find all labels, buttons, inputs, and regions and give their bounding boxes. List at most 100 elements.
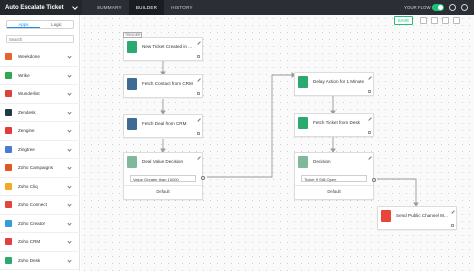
node-deal-value-decision[interactable]: Deal Value Decision Value Greater than 1… bbox=[123, 152, 205, 200]
chevron-down-icon[interactable] bbox=[67, 146, 72, 152]
list-item[interactable]: Zoho Campaigns bbox=[0, 159, 80, 178]
edit-icon[interactable] bbox=[195, 116, 201, 122]
app-logo-icon bbox=[5, 108, 12, 116]
edit-icon[interactable] bbox=[449, 208, 455, 214]
list-item[interactable]: Wrike bbox=[0, 67, 80, 85]
chevron-down-icon[interactable] bbox=[67, 183, 72, 189]
more-icon[interactable] bbox=[453, 17, 460, 24]
save-button[interactable]: SAVE bbox=[394, 16, 413, 25]
edit-icon[interactable] bbox=[195, 154, 201, 160]
list-item[interactable]: Weekdone bbox=[0, 48, 80, 67]
app-name: Wrike bbox=[18, 72, 30, 78]
node-fetch-contact[interactable]: Fetch Contact from CRM bbox=[123, 74, 203, 98]
chevron-down-icon[interactable] bbox=[67, 165, 72, 170]
list-item[interactable]: Zengine bbox=[0, 122, 80, 141]
app-name: Zoho Desk bbox=[18, 257, 41, 263]
node-send-channel[interactable]: Send Public Channel M... bbox=[377, 206, 457, 230]
app-logo-icon bbox=[5, 201, 12, 209]
node-fetch-deal[interactable]: Fetch Deal from CRM bbox=[123, 114, 203, 138]
default-branch-label: Default bbox=[156, 189, 170, 194]
flow-canvas[interactable]: TRIGGER New Ticket Created in ... Fetch … bbox=[81, 15, 474, 271]
tab-history[interactable]: HISTORY bbox=[164, 0, 200, 15]
zoom-in-icon[interactable] bbox=[420, 17, 427, 24]
app-logo-icon bbox=[5, 53, 12, 61]
branch-port[interactable] bbox=[372, 178, 376, 182]
flow-toggle[interactable] bbox=[432, 4, 444, 11]
app-name: Zoho Cliq bbox=[18, 183, 38, 189]
chevron-down-icon[interactable] bbox=[67, 239, 72, 244]
trigger-tag: TRIGGER bbox=[123, 32, 143, 38]
branch-port[interactable] bbox=[201, 176, 205, 180]
tab-logic[interactable]: Logic bbox=[40, 21, 73, 28]
edit-icon[interactable] bbox=[366, 115, 372, 121]
edit-icon[interactable] bbox=[366, 154, 372, 160]
node-trigger[interactable]: TRIGGER New Ticket Created in ... bbox=[123, 32, 203, 61]
search-input[interactable] bbox=[6, 35, 74, 43]
node-delay[interactable]: Delay Action for 1 Minute bbox=[294, 72, 374, 96]
app-logo-icon bbox=[5, 182, 12, 190]
delete-icon[interactable] bbox=[368, 130, 371, 134]
list-item[interactable]: Zingtree bbox=[0, 141, 80, 159]
node-label: Send Public Channel M... bbox=[396, 213, 448, 218]
app-logo-icon bbox=[5, 90, 12, 98]
zoom-out-icon[interactable] bbox=[431, 17, 438, 24]
node-decision[interactable]: Decision Ticket If Still Open Default bbox=[294, 152, 376, 200]
chevron-down-icon[interactable] bbox=[67, 202, 72, 207]
node-label: Decision bbox=[313, 159, 331, 164]
chevron-down-icon[interactable] bbox=[67, 220, 72, 226]
chevron-down-icon[interactable] bbox=[67, 257, 72, 263]
list-item[interactable]: Wunderlist bbox=[0, 85, 80, 104]
edit-icon[interactable] bbox=[366, 74, 372, 80]
tab-apps[interactable]: Apps bbox=[7, 21, 40, 28]
delete-icon[interactable] bbox=[368, 89, 371, 93]
app-list: Weekdone Wrike Wunderlist Zendesk Zengine Zin… bbox=[0, 48, 80, 270]
edit-icon[interactable] bbox=[195, 76, 201, 82]
node-label: New Ticket Created in ... bbox=[142, 44, 193, 49]
delete-icon[interactable] bbox=[451, 223, 454, 227]
chevron-down-icon bbox=[72, 4, 78, 10]
chevron-down-icon[interactable] bbox=[67, 54, 72, 59]
connector bbox=[207, 74, 294, 178]
app-logo-icon bbox=[5, 238, 12, 246]
app-logo-icon bbox=[5, 164, 12, 172]
help-icon[interactable] bbox=[461, 4, 468, 11]
condition-field[interactable]: Value Greater than 10000 bbox=[130, 175, 196, 182]
condition-field[interactable]: Ticket If Still Open bbox=[301, 175, 367, 182]
default-branch-label: Default bbox=[327, 189, 341, 194]
app-logo-icon bbox=[5, 71, 12, 79]
fit-screen-icon[interactable] bbox=[442, 17, 449, 24]
node-label: Fetch Contact from CRM bbox=[142, 81, 193, 86]
flow-title: Auto Escalate Ticket bbox=[5, 4, 64, 11]
settings-icon[interactable] bbox=[449, 4, 456, 11]
connector bbox=[377, 178, 417, 205]
tab-builder[interactable]: BUILDER bbox=[128, 0, 165, 15]
list-item[interactable]: Zoho Cliq bbox=[0, 178, 80, 196]
list-item[interactable]: Zoho Desk bbox=[0, 252, 80, 270]
edit-icon[interactable] bbox=[195, 39, 201, 45]
delete-icon[interactable] bbox=[197, 54, 200, 58]
chevron-down-icon[interactable] bbox=[67, 91, 72, 96]
flow-title-menu[interactable]: Auto Escalate Ticket bbox=[0, 0, 82, 15]
list-item[interactable]: Zoho Creator bbox=[0, 215, 80, 233]
node-label: Fetch Deal from CRM bbox=[142, 121, 187, 126]
decision-icon bbox=[127, 156, 137, 168]
chevron-down-icon[interactable] bbox=[67, 109, 72, 115]
delete-icon[interactable] bbox=[197, 131, 200, 135]
app-logo-icon bbox=[5, 219, 12, 227]
sidebar: Apps Logic Weekdone Wrike Wunderlist Zendes… bbox=[0, 15, 80, 271]
top-bar: Auto Escalate Ticket SUMMARY BUILDER HIS… bbox=[0, 0, 474, 15]
node-label: Deal Value Decision bbox=[142, 159, 184, 164]
list-item[interactable]: Zoho Connect bbox=[0, 196, 80, 215]
app-name: Zoho Connect bbox=[18, 202, 47, 208]
list-item[interactable]: Zendesk bbox=[0, 104, 80, 122]
chevron-down-icon[interactable] bbox=[67, 72, 72, 78]
app-logo-icon bbox=[5, 256, 12, 264]
chevron-down-icon[interactable] bbox=[67, 128, 72, 133]
node-fetch-ticket[interactable]: Fetch Ticket from Desk bbox=[294, 113, 374, 137]
zoho-crm-icon bbox=[127, 118, 137, 130]
app-name: Zendesk bbox=[18, 109, 36, 115]
list-item[interactable]: Zoho CRM bbox=[0, 233, 80, 252]
tab-summary[interactable]: SUMMARY bbox=[90, 0, 129, 15]
divider bbox=[295, 185, 373, 186]
delete-icon[interactable] bbox=[197, 91, 200, 95]
